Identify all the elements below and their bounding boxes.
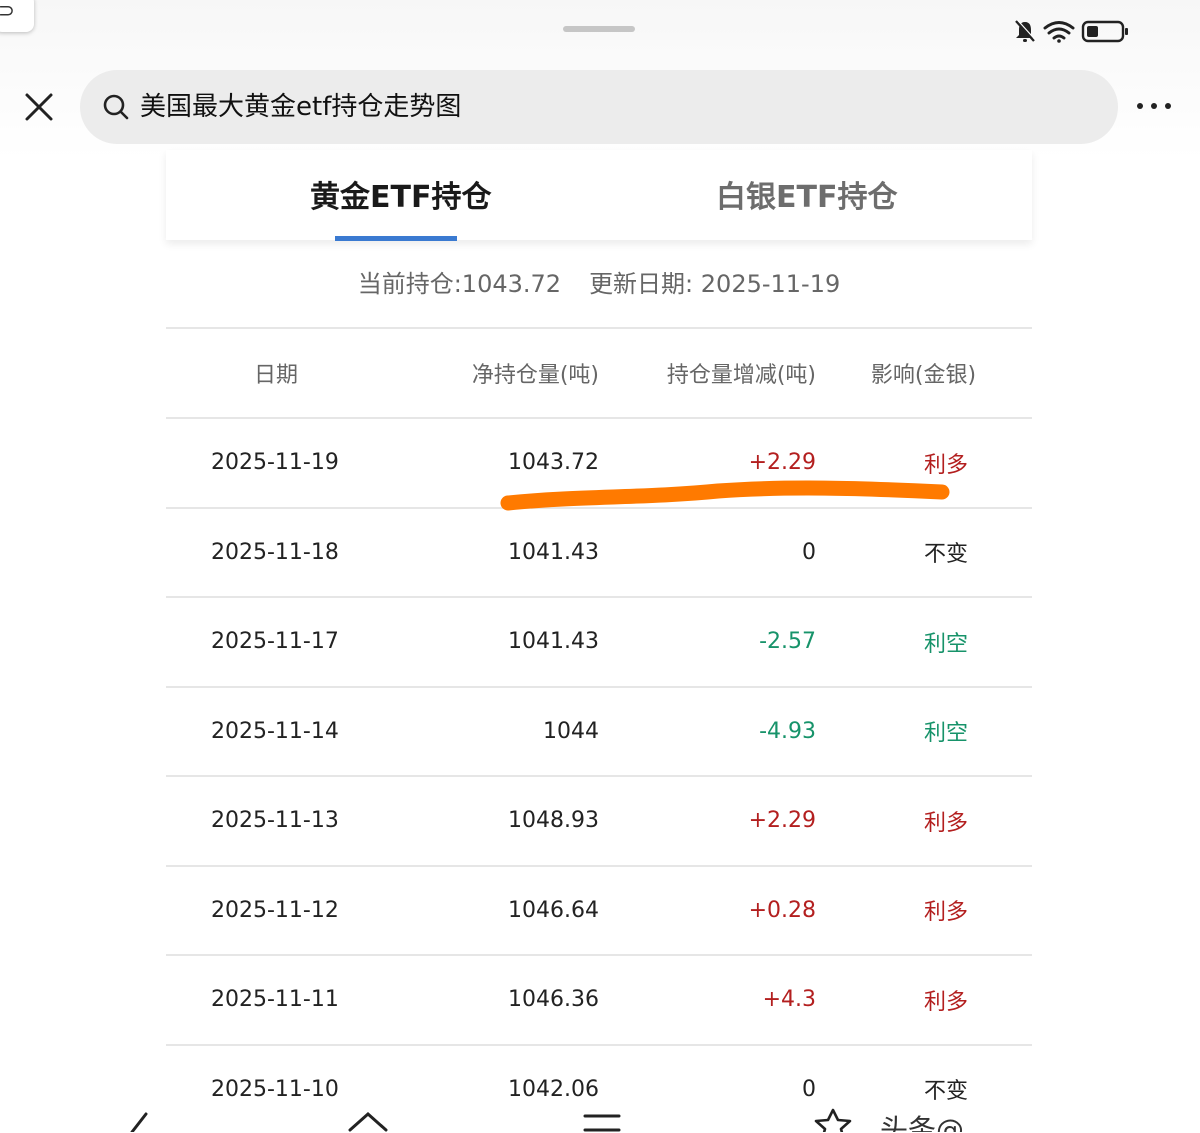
- row-date: 2025-11-17: [211, 598, 381, 686]
- row-change: +2.29: [666, 777, 816, 865]
- row-net: 1048.93: [446, 777, 599, 865]
- close-icon[interactable]: [22, 90, 56, 124]
- table-row: 2025-11-18 1041.43 0 不变: [166, 507, 1032, 597]
- bottom-navigation: 头条@: [0, 1100, 1200, 1132]
- search-bar[interactable]: 美国最大黄金etf持仓走势图: [80, 70, 1118, 144]
- battery-icon: [1083, 22, 1128, 41]
- row-net: 1046.36: [446, 956, 599, 1044]
- tab-silver-etf[interactable]: 白银ETF持仓: [716, 178, 897, 218]
- wifi-icon: [1045, 23, 1073, 43]
- row-date: 2025-11-18: [211, 509, 381, 597]
- search-icon: [102, 93, 130, 121]
- row-change: -2.57: [666, 598, 816, 686]
- tab-gold-etf[interactable]: 黄金ETF持仓: [310, 178, 491, 218]
- row-effect: 利多: [896, 777, 996, 865]
- table-row: 2025-11-13 1048.93 +2.29 利多: [166, 775, 1032, 865]
- floating-window-chip[interactable]: ⊃: [0, 0, 34, 32]
- search-query-text[interactable]: 美国最大黄金etf持仓走势图: [140, 88, 461, 126]
- row-change: +0.28: [666, 867, 816, 955]
- more-icon[interactable]: [1134, 92, 1174, 120]
- mute-icon: [1016, 20, 1036, 42]
- home-icon[interactable]: [346, 1100, 390, 1132]
- header-net-holdings: 净持仓量(吨): [466, 329, 599, 417]
- active-tab-indicator: [335, 236, 457, 241]
- star-icon[interactable]: [810, 1100, 856, 1132]
- highlight-underline-stroke: [498, 476, 958, 516]
- row-net: 1041.43: [446, 598, 599, 686]
- row-change: 0: [666, 509, 816, 597]
- row-net: 1044: [446, 688, 599, 776]
- table-row: 2025-11-11 1046.36 +4.3 利多: [166, 954, 1032, 1044]
- row-effect: 利多: [896, 867, 996, 955]
- row-date: 2025-11-19: [211, 419, 381, 507]
- status-bar: [1013, 16, 1133, 46]
- header-effect: 影响(金银): [856, 329, 991, 417]
- update-date: 更新日期: 2025-11-19: [589, 270, 840, 298]
- row-effect: 不变: [896, 509, 996, 597]
- row-effect: 利多: [896, 956, 996, 1044]
- row-change: -4.93: [666, 688, 816, 776]
- drag-handle[interactable]: [563, 26, 635, 32]
- row-effect: 利空: [896, 598, 996, 686]
- header-change: 持仓量增减(吨): [656, 329, 816, 417]
- table-row: 2025-11-14 1044 -4.93 利空: [166, 686, 1032, 776]
- tab-card: 黄金ETF持仓 白银ETF持仓: [166, 150, 1032, 240]
- header-date: 日期: [206, 329, 346, 417]
- row-date: 2025-11-12: [211, 867, 381, 955]
- row-date: 2025-11-13: [211, 777, 381, 865]
- table-header: 日期 净持仓量(吨) 持仓量增减(吨) 影响(金银): [166, 327, 1032, 417]
- row-effect: 利空: [896, 688, 996, 776]
- table-row: 2025-11-17 1041.43 -2.57 利空: [166, 596, 1032, 686]
- row-change: +4.3: [666, 956, 816, 1044]
- row-date: 2025-11-14: [211, 688, 381, 776]
- menu-icon[interactable]: [582, 1100, 622, 1132]
- row-net: 1046.64: [446, 867, 599, 955]
- table-row: 2025-11-12 1046.64 +0.28 利多: [166, 865, 1032, 955]
- back-icon[interactable]: [118, 1100, 158, 1132]
- watermark-text: 头条@: [880, 1108, 964, 1132]
- row-net: 1041.43: [446, 509, 599, 597]
- row-date: 2025-11-11: [211, 956, 381, 1044]
- window-icon: ⊃: [0, 0, 15, 22]
- current-holdings: 当前持仓:1043.72: [358, 270, 561, 298]
- holdings-table: 日期 净持仓量(吨) 持仓量增减(吨) 影响(金银) 2025-11-19 10…: [166, 327, 1032, 1133]
- holdings-summary: 当前持仓:1043.72 更新日期: 2025-11-19: [166, 266, 1032, 302]
